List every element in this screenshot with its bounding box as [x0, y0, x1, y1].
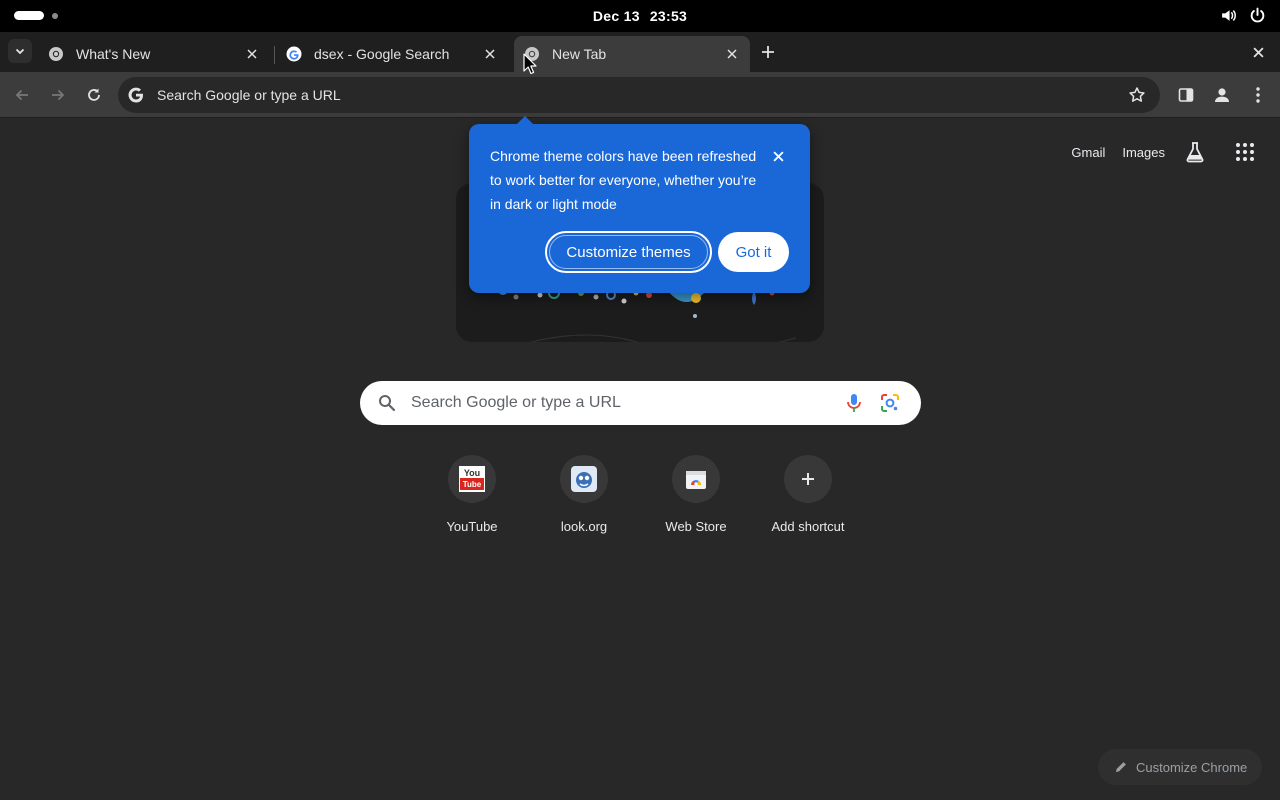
clock-time: 23:53	[649, 8, 688, 24]
system-status-area[interactable]	[1220, 7, 1266, 24]
tab-dsex-google-search[interactable]: dsex - Google Search	[276, 36, 508, 72]
tab-new-tab[interactable]: New Tab	[514, 36, 750, 72]
promo-message: Chrome theme colors have been refreshed …	[490, 148, 757, 212]
side-panel-button[interactable]	[1172, 81, 1200, 109]
shortcut-tiles: You Tube YouTube look.org Web Store Add s…	[416, 455, 864, 534]
plus-icon	[762, 46, 774, 58]
tab-title: New Tab	[552, 46, 607, 62]
side-panel-icon	[1178, 88, 1194, 102]
close-icon[interactable]	[242, 44, 262, 64]
tab-separator	[274, 46, 275, 64]
tab-title: dsex - Google Search	[314, 46, 450, 62]
tab-title: What's New	[76, 46, 151, 62]
workspace-active-pill	[14, 11, 44, 20]
shortcut-youtube[interactable]: You Tube YouTube	[416, 455, 528, 534]
system-top-bar: Dec 13 23:53	[0, 0, 1280, 32]
window-close-button[interactable]	[1246, 40, 1270, 64]
ntp-search-box[interactable]: Search Google or type a URL	[360, 381, 921, 425]
google-lens-icon[interactable]	[880, 393, 900, 418]
shortcut-label: YouTube	[446, 519, 498, 534]
reload-icon	[88, 88, 100, 101]
profile-button[interactable]	[1208, 81, 1236, 109]
google-icon	[286, 46, 302, 62]
add-shortcut-button[interactable]: Add shortcut	[752, 455, 864, 534]
customize-chrome-label: Customize Chrome	[1136, 759, 1248, 775]
activities-indicator[interactable]	[14, 11, 58, 20]
microphone-icon[interactable]	[845, 393, 863, 418]
shortcut-web-store[interactable]: Web Store	[640, 455, 752, 534]
youtube-icon: You Tube	[448, 455, 496, 503]
back-button[interactable]	[8, 81, 36, 109]
tab-search-button[interactable]	[8, 39, 32, 63]
shortcut-look-org[interactable]: look.org	[528, 455, 640, 534]
forward-button[interactable]	[44, 81, 72, 109]
clock-date: Dec 13	[592, 8, 640, 24]
search-placeholder: Search Google or type a URL	[411, 394, 621, 411]
mouse-cursor-icon	[523, 53, 537, 75]
web-store-icon	[672, 455, 720, 503]
search-icon	[378, 394, 396, 417]
browser-toolbar: Search Google or type a URL	[0, 72, 1280, 118]
power-icon[interactable]	[1249, 7, 1266, 24]
reload-button[interactable]	[80, 81, 108, 109]
address-bar[interactable]: Search Google or type a URL	[118, 77, 1160, 113]
bookmark-star-icon[interactable]	[1128, 86, 1146, 109]
arrow-right-icon	[52, 89, 65, 101]
pencil-icon	[1116, 762, 1126, 772]
labs-flask-icon[interactable]	[1182, 139, 1208, 165]
plus-icon	[784, 455, 832, 503]
svg-text:Tube: Tube	[463, 480, 482, 489]
workspace-dot	[52, 12, 58, 19]
arrow-left-icon	[15, 89, 28, 101]
google-g-icon	[128, 87, 144, 108]
customize-themes-button[interactable]: Customize themes	[545, 231, 712, 273]
close-icon	[1252, 46, 1264, 58]
close-icon[interactable]	[768, 146, 788, 166]
theme-refresh-promo: Chrome theme colors have been refreshed …	[469, 116, 810, 293]
google-apps-icon[interactable]	[1232, 139, 1258, 165]
close-icon[interactable]	[480, 44, 500, 64]
customize-chrome-button[interactable]: Customize Chrome	[1098, 749, 1262, 785]
images-link[interactable]: Images	[1122, 145, 1165, 160]
ntp-header-links: Gmail Images	[1071, 139, 1258, 165]
chevron-down-icon	[15, 48, 25, 55]
chrome-icon	[48, 46, 64, 62]
new-tab-button[interactable]	[756, 40, 780, 64]
got-it-button[interactable]: Got it	[718, 232, 789, 272]
chrome-menu-button[interactable]	[1244, 81, 1272, 109]
address-bar-placeholder: Search Google or type a URL	[157, 87, 341, 103]
kebab-menu-icon	[1256, 87, 1260, 103]
clock[interactable]: Dec 13 23:53	[593, 8, 687, 24]
gmail-link[interactable]: Gmail	[1071, 145, 1105, 160]
tab-strip: What's New dsex - Google Search New Tab	[0, 32, 1280, 72]
person-icon	[1215, 88, 1229, 102]
svg-text:You: You	[464, 468, 480, 478]
tab-whats-new[interactable]: What's New	[38, 36, 270, 72]
shortcut-label: Web Store	[665, 519, 727, 534]
close-icon[interactable]	[722, 44, 742, 64]
shortcut-label: look.org	[560, 519, 608, 534]
shortcut-label: Add shortcut	[771, 519, 845, 534]
volume-icon[interactable]	[1220, 7, 1237, 24]
look-icon	[560, 455, 608, 503]
